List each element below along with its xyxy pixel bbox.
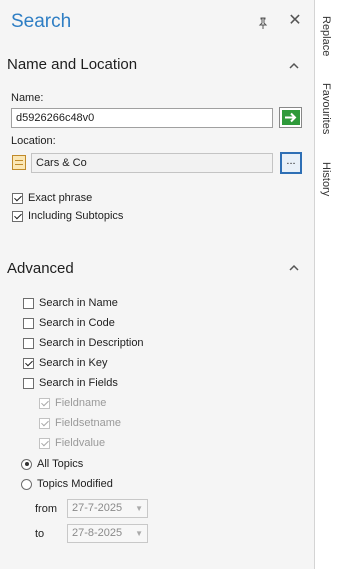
from-date-value: 27-7-2025 bbox=[72, 502, 123, 514]
to-date-value: 27-8-2025 bbox=[72, 527, 123, 539]
checkbox-box[interactable] bbox=[12, 210, 23, 222]
including-subtopics-checkbox[interactable]: Including Subtopics bbox=[12, 210, 123, 222]
to-label: to bbox=[35, 528, 45, 540]
checkbox-box[interactable] bbox=[23, 317, 34, 329]
checkbox-label: Search in Description bbox=[39, 337, 144, 349]
search-in-fields-checkbox[interactable]: Search in Fields bbox=[23, 377, 118, 389]
exact-phrase-checkbox[interactable]: Exact phrase bbox=[12, 192, 92, 204]
panel-header: Search ✕ bbox=[0, 0, 314, 46]
tab-history[interactable]: History bbox=[320, 162, 332, 196]
go-button[interactable] bbox=[279, 107, 302, 128]
from-date-picker[interactable]: 27-7-2025 ▼ bbox=[67, 499, 148, 518]
fieldname-checkbox[interactable]: Fieldname bbox=[39, 397, 106, 409]
checkbox-box[interactable] bbox=[23, 337, 34, 349]
from-label: from bbox=[35, 503, 57, 515]
search-in-name-checkbox[interactable]: Search in Name bbox=[23, 297, 118, 309]
fieldsetname-checkbox[interactable]: Fieldsetname bbox=[39, 417, 121, 429]
checkbox-label: Fieldvalue bbox=[55, 437, 106, 449]
checkbox-label: Search in Fields bbox=[39, 377, 118, 389]
all-topics-radio[interactable]: All Topics bbox=[21, 458, 83, 470]
browse-location-button[interactable]: ... bbox=[280, 152, 302, 174]
checkbox-label: Search in Code bbox=[39, 317, 115, 329]
checkbox-box[interactable] bbox=[39, 437, 50, 449]
search-in-code-checkbox[interactable]: Search in Code bbox=[23, 317, 115, 329]
name-input[interactable]: d5926266c48v0 bbox=[11, 108, 273, 128]
checkbox-label: Search in Key bbox=[39, 357, 108, 369]
arrow-right-icon bbox=[281, 110, 300, 125]
search-panel: Search ✕ Name and Location Name: d592626… bbox=[0, 0, 315, 569]
checkbox-label: Fieldname bbox=[55, 397, 107, 409]
checkbox-box[interactable] bbox=[39, 397, 50, 409]
section-heading-advanced: Advanced bbox=[7, 260, 74, 277]
tab-replace[interactable]: Replace bbox=[320, 16, 332, 56]
checkbox-label: Exact phrase bbox=[28, 192, 93, 204]
topics-modified-radio[interactable]: Topics Modified bbox=[21, 478, 113, 490]
radio-label: All Topics bbox=[37, 458, 84, 470]
radio-button[interactable] bbox=[21, 458, 32, 470]
checkbox-box[interactable] bbox=[23, 357, 34, 369]
location-field: Cars & Co bbox=[31, 153, 273, 173]
location-folder-icon bbox=[12, 155, 26, 170]
dropdown-arrow-icon: ▼ bbox=[135, 504, 143, 513]
search-in-description-checkbox[interactable]: Search in Description bbox=[23, 337, 144, 349]
collapse-advanced-chevron-up-icon[interactable] bbox=[287, 261, 301, 275]
section-heading-name-location: Name and Location bbox=[7, 56, 138, 73]
checkbox-box[interactable] bbox=[12, 192, 23, 204]
checkbox-box[interactable] bbox=[23, 297, 34, 309]
pin-icon[interactable] bbox=[256, 16, 270, 30]
checkbox-box[interactable] bbox=[39, 417, 50, 429]
close-icon[interactable]: ✕ bbox=[288, 13, 302, 29]
checkbox-box[interactable] bbox=[23, 377, 34, 389]
fieldvalue-checkbox[interactable]: Fieldvalue bbox=[39, 437, 105, 449]
checkbox-label: Search in Name bbox=[39, 297, 118, 309]
search-in-key-checkbox[interactable]: Search in Key bbox=[23, 357, 107, 369]
to-date-picker[interactable]: 27-8-2025 ▼ bbox=[67, 524, 148, 543]
radio-label: Topics Modified bbox=[37, 478, 113, 490]
checkbox-label: Including Subtopics bbox=[28, 210, 124, 222]
panel-title: Search bbox=[11, 11, 72, 32]
radio-button[interactable] bbox=[21, 478, 32, 490]
side-tab-strip: Replace Favourites History bbox=[316, 0, 341, 569]
checkbox-label: Fieldsetname bbox=[55, 417, 122, 429]
dropdown-arrow-icon: ▼ bbox=[135, 529, 143, 538]
location-label: Location: bbox=[11, 135, 56, 147]
collapse-name-location-chevron-up-icon[interactable] bbox=[287, 59, 301, 73]
tab-favourites[interactable]: Favourites bbox=[320, 83, 332, 134]
name-label: Name: bbox=[11, 92, 44, 104]
